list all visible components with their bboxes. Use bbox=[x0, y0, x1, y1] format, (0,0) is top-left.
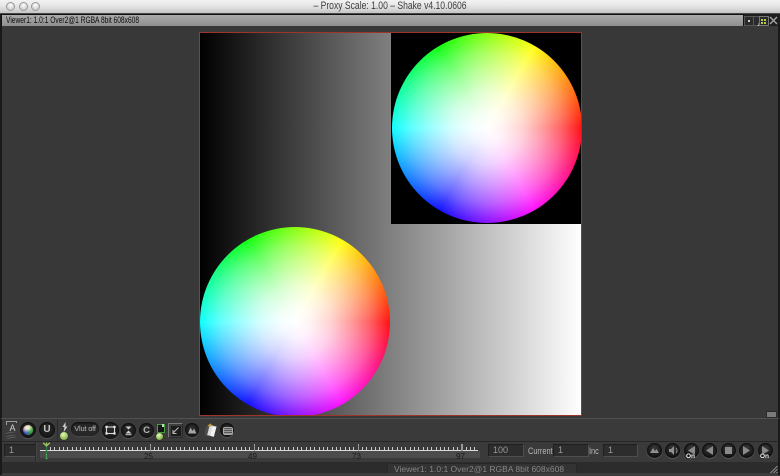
svg-text:1: 1 bbox=[45, 454, 49, 461]
